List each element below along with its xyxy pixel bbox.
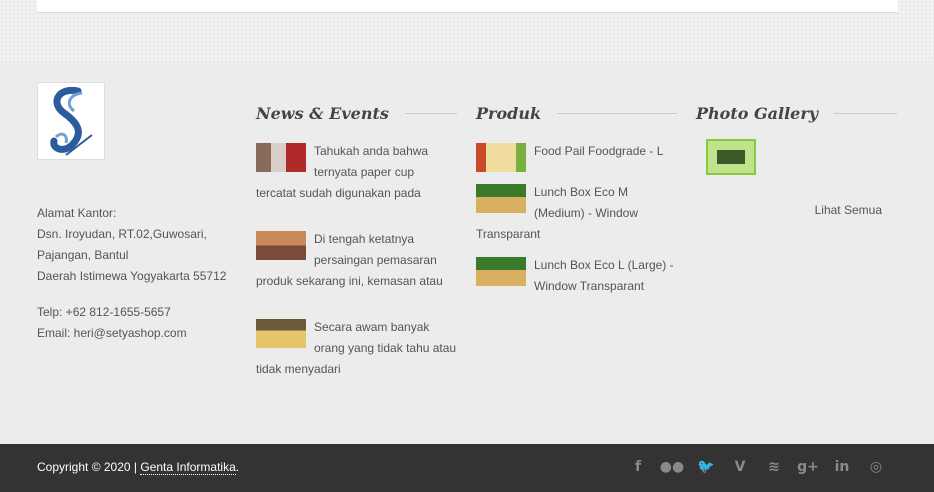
heading-rule (404, 113, 457, 114)
news-item[interactable]: Secara awam banyak orang yang tidak tahu… (256, 317, 457, 380)
product-item[interactable]: Lunch Box Eco L (Large) - Window Transpa… (476, 255, 677, 297)
facebook-icon[interactable]: f (628, 457, 648, 477)
bottom-bar: Copyright © 2020 | Genta Informatika. f … (0, 444, 934, 492)
footer-main: Alamat Kantor: Dsn. Iroyudan, RT.02,Guwo… (0, 62, 934, 444)
products-title: Produk (476, 104, 542, 123)
vimeo-icon[interactable]: V (730, 457, 750, 477)
see-all-link[interactable]: Lihat Semua (815, 203, 882, 217)
product-thumbnail[interactable] (476, 143, 526, 172)
news-item[interactable]: Tahukah anda bahwa ternyata paper cup te… (256, 141, 457, 204)
heading-rule (834, 113, 897, 114)
news-thumbnail[interactable] (256, 143, 306, 172)
rss-icon[interactable]: ≋ (764, 457, 784, 477)
news-events-heading: News & Events (256, 104, 457, 123)
setya-shop-logo[interactable] (37, 82, 105, 160)
dribbble-icon[interactable]: ◎ (866, 457, 886, 477)
product-item-text[interactable]: Lunch Box Eco L (Large) - Window Transpa… (534, 258, 674, 293)
product-thumbnail[interactable] (476, 184, 526, 213)
social-icons: f ●● 🐦 V ≋ g+ in ◎ (628, 457, 886, 477)
email-text: Email: heri@setyashop.com (37, 326, 187, 340)
twitter-icon[interactable]: 🐦 (696, 457, 716, 477)
google-plus-icon[interactable]: g+ (797, 457, 819, 477)
news-item[interactable]: Di tengah ketatnya persaingan pemasaran … (256, 229, 457, 292)
flickr-icon[interactable]: ●● (660, 457, 684, 477)
copyright: Copyright © 2020 | Genta Informatika. (37, 460, 240, 475)
product-item-text[interactable]: Food Pail Foodgrade - L (534, 144, 663, 158)
photo-gallery-column: Photo Gallery Lihat Semua (696, 104, 897, 234)
news-events-title: News & Events (256, 104, 389, 123)
news-events-column: News & Events Tahukah anda bahwa ternyat… (256, 104, 457, 405)
content-panel-edge (37, 0, 898, 13)
company-link[interactable]: Genta Informatika (140, 460, 236, 475)
products-heading: Produk (476, 104, 677, 123)
phone-text: Telp: +62 812-1655-5657 (37, 305, 171, 319)
products-column: Produk Food Pail Foodgrade - L Lunch Box… (476, 104, 677, 307)
address-line-1: Dsn. Iroyudan, RT.02,Guwosari, (37, 227, 207, 241)
address-label: Alamat Kantor: (37, 206, 117, 220)
news-thumbnail[interactable] (256, 231, 306, 260)
photo-gallery-title: Photo Gallery (696, 104, 819, 123)
top-band (0, 0, 934, 62)
product-thumbnail[interactable] (476, 257, 526, 286)
news-thumbnail[interactable] (256, 319, 306, 348)
product-item[interactable]: Lunch Box Eco M (Medium) - Window Transp… (476, 182, 677, 245)
contact-info: Alamat Kantor: Dsn. Iroyudan, RT.02,Guwo… (37, 203, 237, 344)
heading-rule (557, 113, 677, 114)
address-line-2: Pajangan, Bantul (37, 248, 129, 262)
copyright-period: . (235, 460, 240, 474)
product-item[interactable]: Food Pail Foodgrade - L (476, 141, 677, 172)
photo-gallery-heading: Photo Gallery (696, 104, 897, 123)
copyright-text: Copyright © 2020 | (37, 460, 138, 474)
address-line-3: Daerah Istimewa Yogyakarta 55712 (37, 269, 227, 283)
gallery-thumbnail[interactable] (706, 139, 756, 175)
linkedin-icon[interactable]: in (832, 457, 852, 477)
